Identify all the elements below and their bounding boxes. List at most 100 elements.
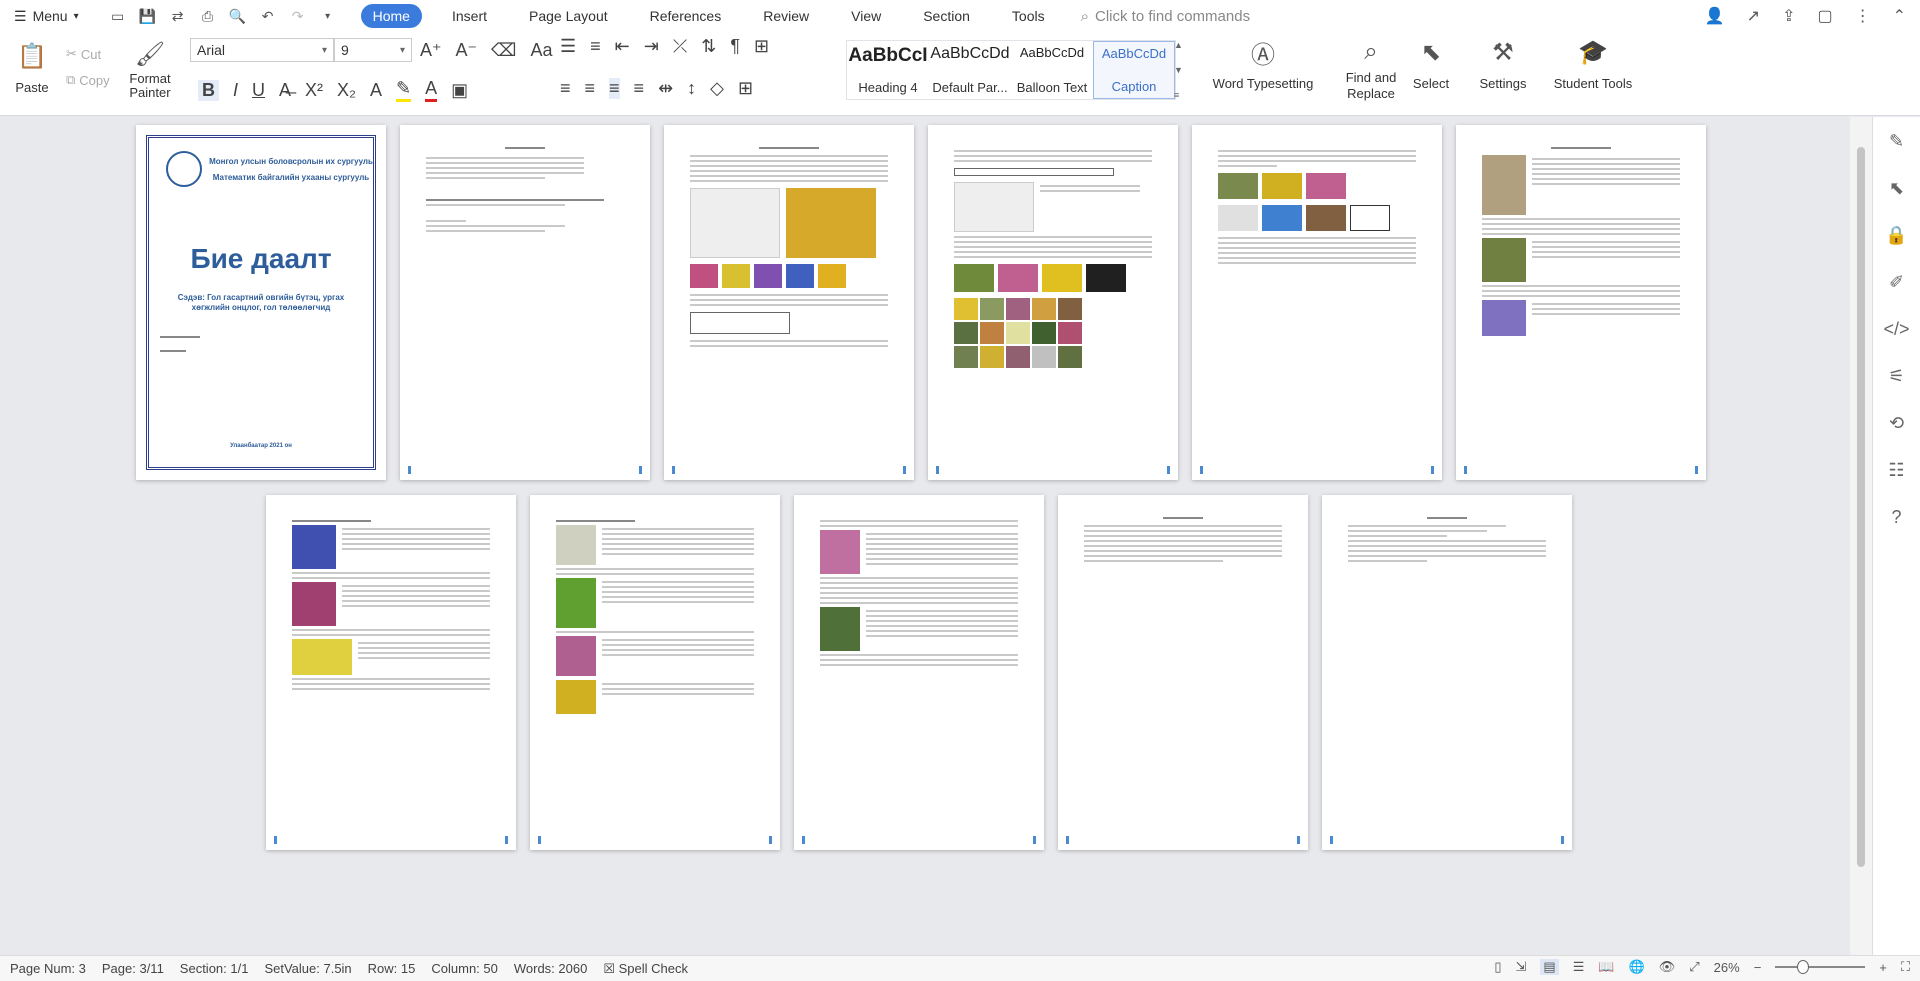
zoom-level[interactable]: 26% bbox=[1714, 960, 1740, 975]
zoom-in-icon[interactable]: + bbox=[1879, 960, 1887, 975]
bold-icon[interactable]: B bbox=[198, 79, 219, 101]
status-page[interactable]: Page: 3/11 bbox=[102, 961, 164, 976]
fit-page-icon[interactable]: ⤢ bbox=[1689, 959, 1699, 975]
text-effect-icon[interactable]: A bbox=[370, 80, 382, 101]
page-7[interactable] bbox=[266, 495, 516, 850]
menu-button[interactable]: ☰ Menu ▾ bbox=[14, 8, 79, 25]
highlight-icon[interactable]: ✎ bbox=[396, 78, 412, 102]
fullscreen-icon[interactable]: ⛶ bbox=[1901, 959, 1910, 975]
styles-scroll[interactable]: ▲ ▼ ≡ bbox=[1174, 40, 1188, 100]
outline-view-icon[interactable]: ☰ bbox=[1573, 959, 1585, 975]
page-9[interactable] bbox=[794, 495, 1044, 850]
grow-font-icon[interactable]: A⁺ bbox=[420, 40, 442, 61]
page-8[interactable] bbox=[530, 495, 780, 850]
print-layout-icon[interactable]: ▤ bbox=[1540, 959, 1559, 975]
tab-section[interactable]: Section bbox=[911, 4, 982, 28]
justify-icon[interactable]: ≡ bbox=[634, 78, 645, 99]
scrollbar-thumb[interactable] bbox=[1857, 147, 1865, 867]
lock-icon[interactable]: 🔒 bbox=[1873, 225, 1920, 246]
select-button[interactable]: ⬉ Select bbox=[1406, 34, 1456, 92]
tab-ruler-icon[interactable]: ⊞ bbox=[754, 36, 769, 57]
font-color-icon[interactable]: A bbox=[425, 78, 438, 102]
align-center-icon[interactable]: ≡ bbox=[585, 78, 596, 99]
decrease-indent-icon[interactable]: ⇤ bbox=[615, 36, 630, 57]
command-search[interactable]: ⌕ Click to find commands bbox=[1081, 8, 1250, 25]
zoom-slider-knob[interactable] bbox=[1797, 960, 1810, 974]
page-10[interactable] bbox=[1058, 495, 1308, 850]
outline-icon[interactable]: ☷ bbox=[1873, 460, 1920, 481]
underline-icon[interactable]: U bbox=[252, 80, 265, 101]
align-left-icon[interactable]: ≡ bbox=[560, 78, 571, 99]
open-folder-icon[interactable]: ▭ bbox=[109, 7, 127, 25]
chevron-up-icon[interactable]: ▲ bbox=[1174, 40, 1188, 50]
tab-page-layout[interactable]: Page Layout bbox=[517, 4, 620, 28]
status-words[interactable]: Words: 2060 bbox=[514, 961, 587, 976]
superscript-icon[interactable]: X² bbox=[305, 80, 323, 101]
copy-button[interactable]: ⧉ Copy bbox=[66, 72, 110, 88]
subscript-icon[interactable]: X₂ bbox=[337, 80, 356, 101]
zoom-slider[interactable] bbox=[1775, 960, 1866, 974]
change-case-icon[interactable]: Aa bbox=[530, 40, 552, 61]
web-layout-icon[interactable]: 🌐 bbox=[1629, 959, 1645, 975]
comment-icon[interactable]: ▢ bbox=[1817, 6, 1832, 26]
page-11[interactable] bbox=[1322, 495, 1572, 850]
line-spacing-icon[interactable]: ↕ bbox=[687, 78, 696, 99]
more-styles-icon[interactable]: ≡ bbox=[1174, 90, 1188, 100]
clear-format-icon[interactable]: ⌫ bbox=[491, 40, 516, 61]
edit-doc-icon[interactable]: ✐ bbox=[1873, 272, 1920, 293]
align-right-icon[interactable]: ≡ bbox=[609, 78, 620, 99]
paste-button[interactable]: 📋 Paste bbox=[10, 38, 54, 96]
code-icon[interactable]: </> bbox=[1873, 319, 1920, 340]
page-2-contents[interactable] bbox=[400, 125, 650, 480]
italic-icon[interactable]: I bbox=[233, 80, 238, 101]
style-default-paragraph[interactable]: AaBbCcDd Default Par... bbox=[929, 41, 1011, 99]
font-name-select[interactable]: Arial ▾ bbox=[190, 38, 334, 62]
student-tools-button[interactable]: 🎓 Student Tools bbox=[1548, 34, 1638, 92]
chinese-layout-icon[interactable]: ⤫ bbox=[673, 36, 687, 57]
pen-icon[interactable]: ✎ bbox=[1873, 131, 1920, 152]
cursor-icon[interactable]: ⬉ bbox=[1873, 178, 1920, 199]
show-marks-icon[interactable]: ¶ bbox=[730, 36, 740, 57]
borders-icon[interactable]: ⊞ bbox=[738, 78, 753, 99]
eye-protection-icon[interactable]: 👁 bbox=[1659, 959, 1676, 975]
more-icon[interactable]: ⋮ bbox=[1855, 6, 1871, 26]
style-balloon-text[interactable]: AaBbCcDd Balloon Text bbox=[1011, 41, 1093, 99]
chevron-down-icon[interactable]: ▼ bbox=[1174, 65, 1188, 75]
page-4[interactable] bbox=[928, 125, 1178, 480]
sliders-icon[interactable]: ⚟ bbox=[1873, 366, 1920, 387]
page-5[interactable] bbox=[1192, 125, 1442, 480]
cut-button[interactable]: ✂ Cut bbox=[66, 46, 101, 62]
tab-references[interactable]: References bbox=[638, 4, 734, 28]
shading-icon[interactable]: ◇ bbox=[710, 78, 724, 99]
char-border-icon[interactable]: ▣ bbox=[451, 80, 468, 101]
increase-indent-icon[interactable]: ⇥ bbox=[644, 36, 659, 57]
tab-tools[interactable]: Tools bbox=[1000, 4, 1057, 28]
strikethrough-icon[interactable]: A̶ bbox=[279, 80, 291, 101]
word-typesetting-button[interactable]: Ⓐ Word Typesetting bbox=[1208, 34, 1318, 92]
tab-insert[interactable]: Insert bbox=[440, 4, 499, 28]
export-pdf-icon[interactable]: ⇲ bbox=[1516, 959, 1527, 975]
read-mode-icon[interactable]: ▯ bbox=[1494, 959, 1501, 975]
help-icon[interactable]: ? bbox=[1873, 507, 1920, 528]
shrink-font-icon[interactable]: A⁻ bbox=[456, 40, 478, 61]
print-preview-icon[interactable]: 🔍 bbox=[229, 7, 247, 25]
customize-icon[interactable]: ▾ bbox=[319, 7, 337, 25]
sync-icon[interactable]: ⇪ bbox=[1782, 6, 1795, 26]
page-6[interactable] bbox=[1456, 125, 1706, 480]
zoom-out-icon[interactable]: − bbox=[1754, 960, 1762, 975]
export-icon[interactable]: ⇄ bbox=[169, 7, 187, 25]
document-canvas[interactable]: Монгол улсын боловсролын их сургууль Мат… bbox=[0, 117, 1850, 955]
numbering-icon[interactable]: ≡ bbox=[590, 36, 601, 57]
bullets-icon[interactable]: ☰ bbox=[560, 36, 576, 57]
share-icon[interactable]: ↗ bbox=[1747, 6, 1760, 26]
redo-icon[interactable]: ↷ bbox=[289, 7, 307, 25]
style-caption[interactable]: AaBbCcDd Caption bbox=[1093, 41, 1175, 99]
tab-review[interactable]: Review bbox=[751, 4, 821, 28]
style-heading-4[interactable]: AaBbCcI Heading 4 bbox=[847, 41, 929, 99]
page-1-cover[interactable]: Монгол улсын боловсролын их сургууль Мат… bbox=[136, 125, 386, 480]
vertical-scrollbar[interactable] bbox=[1850, 117, 1872, 955]
account-icon[interactable]: 👤 bbox=[1705, 6, 1725, 26]
find-replace-button[interactable]: ⌕ Find and Replace bbox=[1336, 34, 1406, 102]
save-icon[interactable]: 💾 bbox=[139, 7, 157, 25]
reading-view-icon[interactable]: 📖 bbox=[1598, 959, 1614, 975]
